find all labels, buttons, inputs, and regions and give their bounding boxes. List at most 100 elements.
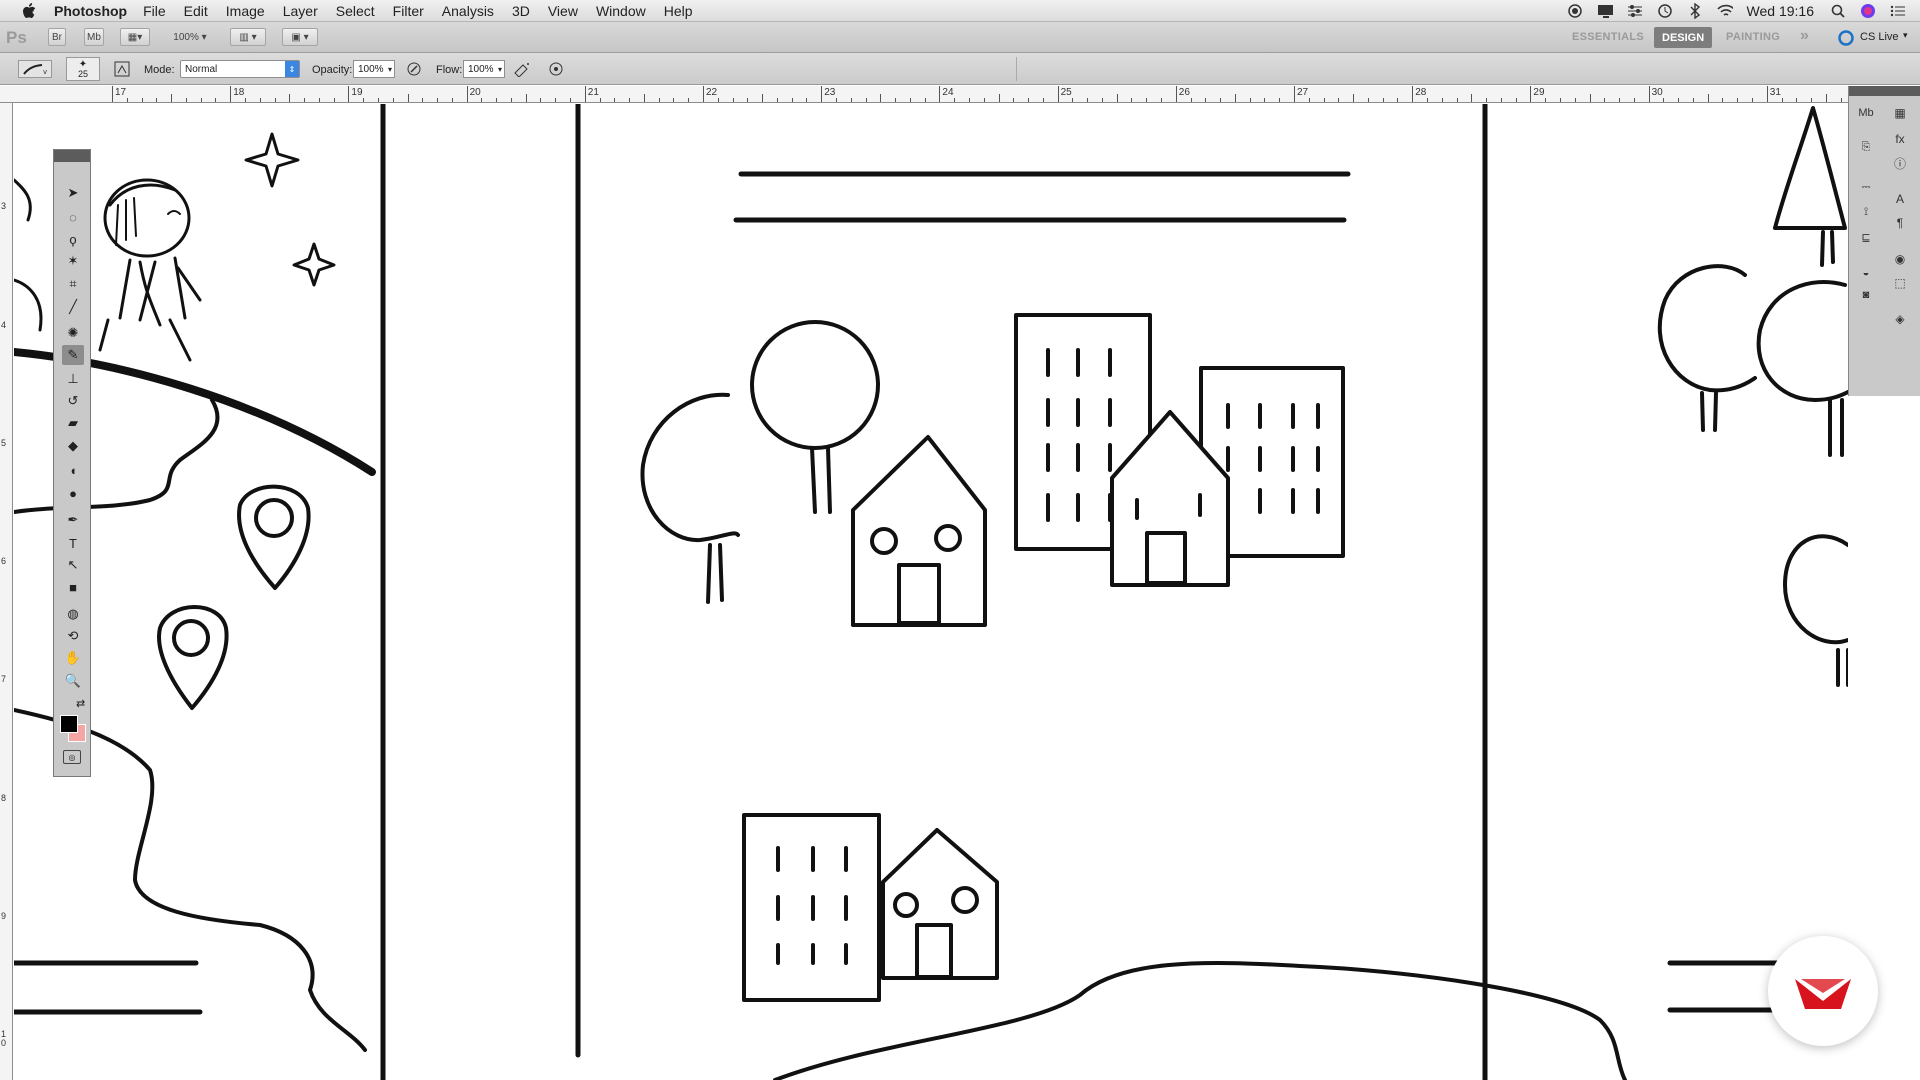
3d-rotate-button[interactable]: ◍ [62, 604, 84, 624]
flow-field[interactable]: 100% ▾ [463, 60, 505, 78]
3d-orbit-button[interactable]: ⟲ [62, 626, 84, 646]
bucket-button[interactable]: ◆ [62, 436, 84, 456]
eyedropper-button[interactable]: ╱ [62, 297, 84, 317]
horizontal-ruler[interactable]: 17 18 19 20 21 22 23 24 25 26 27 28 29 30 31 [0, 86, 1848, 103]
menu-file[interactable]: File [143, 3, 166, 19]
tool-presets-icon[interactable]: ⊑ [1855, 226, 1877, 248]
record-icon[interactable] [1567, 4, 1583, 18]
ruler-tick [318, 98, 320, 102]
ruler-label: 20 [469, 87, 481, 98]
menu-window[interactable]: Window [596, 3, 646, 19]
pen-tool-button[interactable]: ✒ [62, 510, 84, 530]
display-icon[interactable] [1597, 4, 1613, 18]
bluetooth-icon[interactable] [1687, 3, 1703, 19]
ps-logo: Ps [6, 28, 27, 47]
color-panel-icon[interactable]: ◉ [1889, 248, 1911, 270]
bridge-button[interactable]: Br [48, 28, 66, 46]
history-brush-button[interactable]: ↺ [62, 391, 84, 411]
brush-panel-toggle[interactable] [112, 60, 132, 78]
ruler-tick [776, 98, 778, 102]
ruler-tick [1811, 98, 1813, 102]
pressure-size-button[interactable] [546, 60, 566, 78]
brush-picker[interactable]: ✦ 25 [66, 57, 100, 81]
ruler-tick [1648, 86, 1650, 102]
airbrush-button[interactable] [512, 60, 532, 78]
workspace-design[interactable]: DESIGN [1654, 27, 1713, 48]
marquee-tool-button[interactable]: ◌ [62, 207, 84, 227]
eraser-button[interactable]: ▰ [62, 413, 84, 433]
ruler-tick [1220, 98, 1222, 102]
pressure-opacity-button[interactable] [404, 60, 424, 78]
menu-filter[interactable]: Filter [393, 3, 424, 19]
spot-heal-button[interactable]: ✺ [62, 323, 84, 343]
hand-tool-button[interactable]: ✋ [62, 648, 84, 668]
crop-tool-button[interactable]: ⌗ [62, 274, 84, 294]
blend-mode-select[interactable]: Normal ⇕ [180, 60, 300, 78]
menu-edit[interactable]: Edit [184, 3, 208, 19]
app-menu-photoshop[interactable]: Photoshop [54, 3, 127, 19]
tool-preset-picker[interactable]: v [18, 60, 52, 78]
document-canvas[interactable] [14, 104, 1848, 1080]
blend-mode-value: Normal [185, 63, 218, 75]
layers-panel-icon[interactable]: ◈ [1889, 308, 1911, 330]
more-workspaces-button[interactable]: » [1800, 27, 1809, 45]
type-tool-button[interactable]: T [62, 533, 84, 553]
menu-layer[interactable]: Layer [283, 3, 318, 19]
workspace-essentials[interactable]: ESSENTIALS [1572, 31, 1644, 43]
foreground-color-swatch[interactable] [60, 715, 78, 733]
brush-tool-button[interactable]: ✎ [62, 345, 84, 365]
menu-view[interactable]: View [548, 3, 578, 19]
screen-mode-button[interactable]: ▣ ▾ [282, 28, 318, 46]
opacity-field[interactable]: 100% ▾ [353, 60, 395, 78]
quick-mask-button[interactable]: ◎ [63, 750, 81, 764]
lasso-tool-button[interactable]: ϙ [62, 229, 84, 249]
styles-panel-icon[interactable]: fx [1889, 128, 1911, 150]
ruler-tick [525, 94, 527, 102]
history-panel-icon[interactable]: ⎘ [1855, 136, 1877, 158]
paragraph-panel-icon[interactable]: ¶ [1889, 212, 1911, 234]
sliders-icon[interactable] [1627, 4, 1643, 18]
zoom-level-select[interactable]: 100% ▾ [166, 28, 214, 46]
magic-wand-button[interactable]: ✶ [62, 251, 84, 271]
lasso-tool-icon: ϙ [69, 231, 77, 247]
menu-image[interactable]: Image [226, 3, 265, 19]
wifi-icon[interactable] [1716, 4, 1733, 18]
adjust-panel-icon[interactable]: ⎓ [1855, 176, 1877, 198]
zoom-tool-button[interactable]: 🔍 [62, 671, 84, 691]
view-extras-button[interactable]: ▦▾ [120, 28, 150, 46]
menu-analysis[interactable]: Analysis [442, 3, 494, 19]
menu-3d[interactable]: 3D [512, 3, 530, 19]
vertical-ruler[interactable]: 3 4 5 6 7 8 9 1 0 [0, 103, 13, 1080]
notification-list-icon[interactable] [1890, 4, 1906, 18]
cs-live-button[interactable]: CS Live [1860, 31, 1899, 43]
brush-presets-icon[interactable]: ◒ [1855, 262, 1877, 284]
stamp-tool-button[interactable]: ⊥ [62, 369, 84, 389]
minibridge-button[interactable]: Mb [84, 28, 104, 46]
info-panel-icon[interactable]: ⓘ [1889, 152, 1911, 174]
workspace-painting[interactable]: PAINTING [1726, 31, 1780, 43]
search-icon[interactable] [1830, 4, 1846, 18]
minibridge-panel-icon[interactable]: Mb [1855, 102, 1877, 124]
character-panel-icon[interactable]: A [1889, 188, 1911, 210]
time-machine-icon[interactable] [1657, 4, 1673, 18]
arrange-documents-button[interactable]: ▥ ▾ [230, 28, 266, 46]
blur-tool-button[interactable]: ◖ [62, 460, 84, 480]
menu-select[interactable]: Select [336, 3, 375, 19]
swatches-panel-icon[interactable]: ▦ [1889, 102, 1911, 124]
clone-source-icon[interactable]: ⟟ [1855, 201, 1877, 223]
apple-logo-icon[interactable] [18, 0, 40, 22]
move-tool-button[interactable]: ➤ [62, 183, 84, 203]
ruler-label: 28 [1415, 87, 1427, 98]
menu-help[interactable]: Help [664, 3, 693, 19]
ruler-tick [599, 98, 601, 102]
swap-colors-icon[interactable]: ⇄ [76, 697, 85, 710]
dodge-tool-button[interactable]: ● [62, 483, 84, 503]
rectangle-tool-button[interactable]: ■ [62, 577, 84, 597]
camera-panel-icon[interactable]: ◙ [1855, 284, 1877, 306]
clock[interactable]: Wed 19:16 [1747, 3, 1814, 19]
tools-panel-grip[interactable] [54, 150, 90, 162]
transform-panel-icon[interactable]: ⬚ [1889, 272, 1911, 294]
dock-grip[interactable] [1849, 86, 1920, 96]
siri-icon[interactable] [1860, 4, 1876, 18]
path-select-button[interactable]: ↖ [62, 555, 84, 575]
